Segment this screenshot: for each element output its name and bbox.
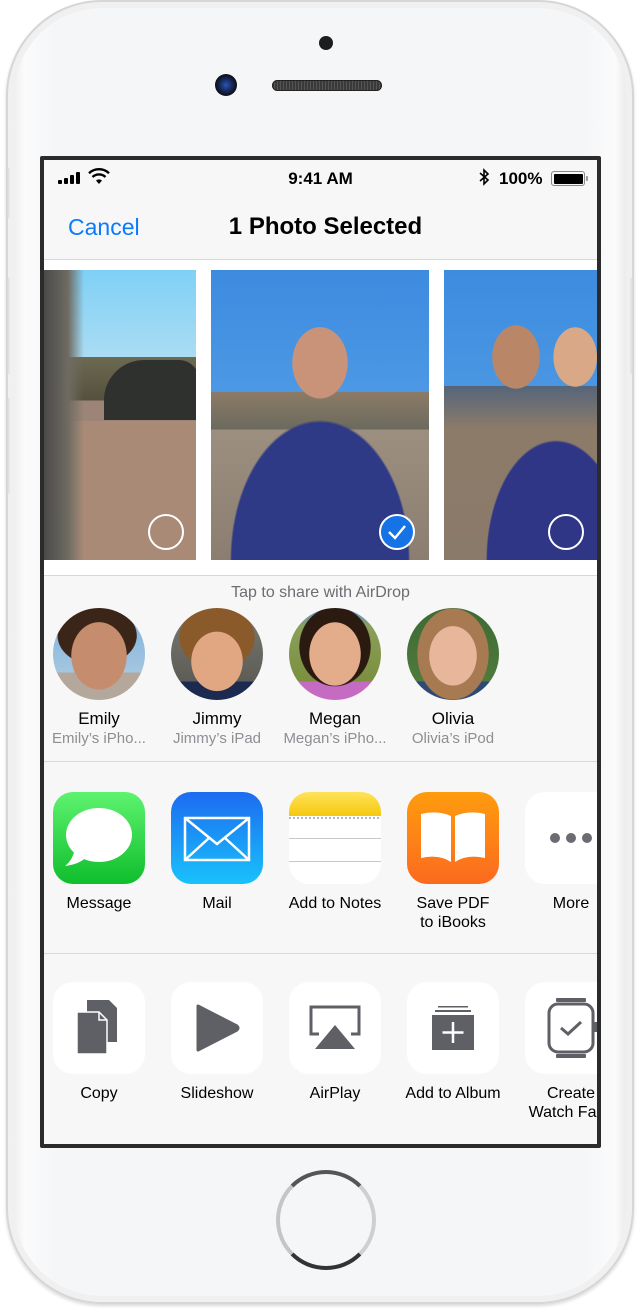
mute-switch xyxy=(6,168,11,218)
ibooks-icon xyxy=(407,792,499,884)
app-label: Mail xyxy=(202,895,232,912)
page-title: 1 Photo Selected xyxy=(228,213,423,240)
contact-name: Emily xyxy=(78,709,120,728)
contact-name: Megan xyxy=(309,709,361,728)
airdrop-hint: Tap to share with AirDrop xyxy=(231,584,410,601)
avatar xyxy=(53,608,145,700)
share-apps-row: Message Mail Add to Notes Save PDF to iB… xyxy=(44,764,597,954)
action-add-to-album[interactable]: Add to Album xyxy=(394,982,512,1103)
airdrop-contact-megan[interactable]: Megan Megan’s iPho... xyxy=(276,608,394,747)
battery-icon xyxy=(551,171,588,186)
battery-percentage: 100% xyxy=(499,169,543,188)
contact-name: Jimmy xyxy=(192,709,242,728)
photo-thumbnail-2[interactable] xyxy=(211,270,429,560)
share-app-notes[interactable]: Add to Notes xyxy=(276,792,394,913)
photo-thumbnail-3[interactable] xyxy=(444,270,597,560)
watch-icon xyxy=(525,982,597,1074)
share-sheet-screen: 9:41 AM 100% Cancel 1 Photo Selected Tap… xyxy=(40,156,601,1148)
action-create-watch-face[interactable]: Create Watch Face xyxy=(512,982,597,1122)
home-button[interactable] xyxy=(276,1170,376,1270)
navigation-bar: Cancel 1 Photo Selected xyxy=(44,198,597,260)
selection-circle-unchecked[interactable] xyxy=(148,514,184,550)
volume-down-button xyxy=(6,398,11,494)
avatar xyxy=(407,608,499,700)
photo-strip[interactable] xyxy=(44,260,597,576)
selection-circle-unchecked[interactable] xyxy=(548,514,584,550)
mail-icon xyxy=(171,792,263,884)
contact-device: Jimmy’s iPad xyxy=(172,730,262,747)
airdrop-contacts: Emily Emily’s iPho... Jimmy Jimmy’s iPad… xyxy=(44,608,597,762)
front-camera xyxy=(215,74,237,96)
contact-device: Olivia’s iPod xyxy=(411,730,495,747)
share-app-mail[interactable]: Mail xyxy=(158,792,276,913)
action-label: AirPlay xyxy=(309,1085,361,1102)
proximity-sensor xyxy=(319,36,333,50)
action-slideshow[interactable]: Slideshow xyxy=(158,982,276,1103)
airplay-icon xyxy=(289,982,381,1074)
notes-icon xyxy=(289,792,381,884)
share-app-message[interactable]: Message xyxy=(44,792,158,913)
contact-device: Emily’s iPho... xyxy=(52,730,146,747)
contact-device: Megan’s iPho... xyxy=(283,730,387,747)
earpiece-speaker xyxy=(272,80,382,91)
airdrop-contact-emily[interactable]: Emily Emily’s iPho... xyxy=(44,608,158,747)
checkmark-icon xyxy=(388,525,406,540)
bluetooth-icon xyxy=(479,168,490,186)
action-label: Create Watch Face xyxy=(528,1085,597,1121)
action-copy[interactable]: Copy xyxy=(44,982,158,1103)
volume-up-button xyxy=(6,278,11,374)
message-icon xyxy=(53,792,145,884)
app-label: Add to Notes xyxy=(288,895,382,912)
more-icon xyxy=(525,792,597,884)
actions-row: Copy Slideshow AirPlay Add to Album Crea… xyxy=(44,956,597,1144)
selection-checkmark[interactable] xyxy=(379,514,415,550)
app-label: More xyxy=(552,895,590,912)
airdrop-contact-jimmy[interactable]: Jimmy Jimmy’s iPad xyxy=(158,608,276,747)
share-app-more[interactable]: More xyxy=(512,792,597,913)
app-label: Message xyxy=(66,895,132,912)
action-label: Add to Album xyxy=(405,1085,501,1102)
power-button xyxy=(629,278,634,374)
app-label: Save PDF to iBooks xyxy=(416,895,490,931)
add-album-icon xyxy=(407,982,499,1074)
action-airplay[interactable]: AirPlay xyxy=(276,982,394,1103)
play-icon xyxy=(171,982,263,1074)
photo-thumbnail-1[interactable] xyxy=(44,270,196,560)
status-bar: 9:41 AM 100% xyxy=(44,160,597,198)
copy-icon xyxy=(53,982,145,1074)
airdrop-contact-olivia[interactable]: Olivia Olivia’s iPod xyxy=(394,608,512,747)
avatar xyxy=(171,608,263,700)
avatar xyxy=(289,608,381,700)
share-app-ibooks[interactable]: Save PDF to iBooks xyxy=(394,792,512,932)
action-label: Slideshow xyxy=(180,1085,254,1102)
contact-name: Olivia xyxy=(431,709,475,728)
action-label: Copy xyxy=(80,1085,118,1102)
